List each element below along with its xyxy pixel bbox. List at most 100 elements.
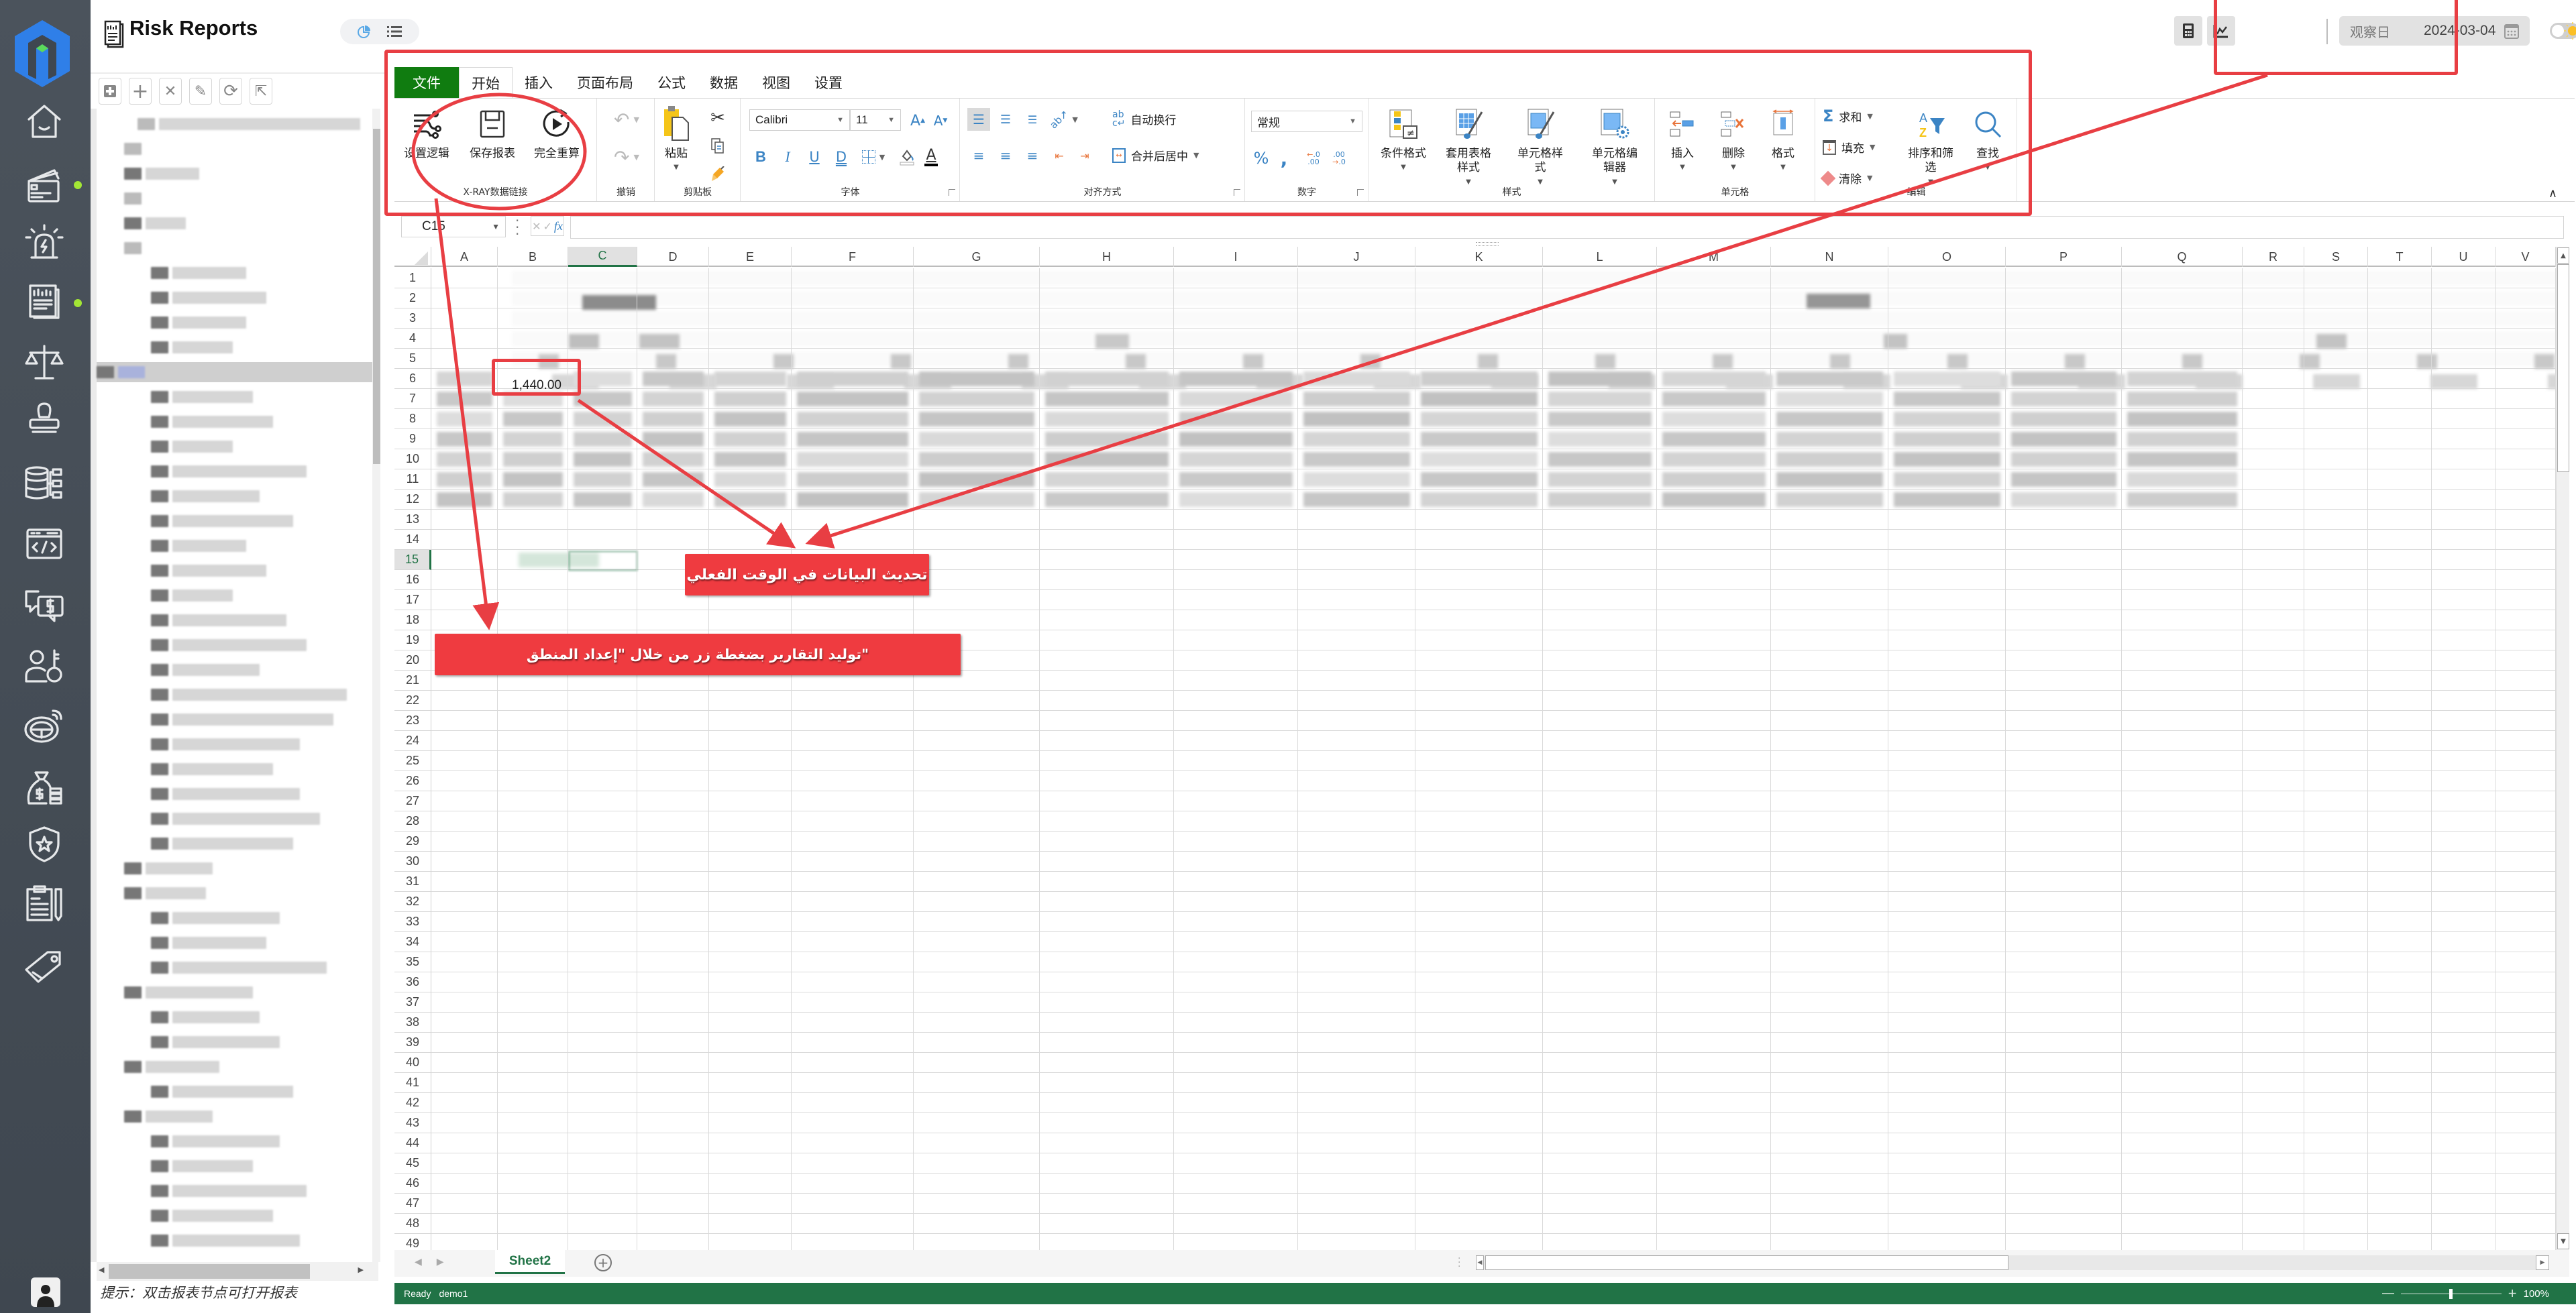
row-header-12[interactable]: 12 [394, 490, 431, 510]
scroll-thumb[interactable] [373, 129, 380, 464]
column-header-m[interactable]: M [1657, 247, 1771, 267]
row-header-41[interactable]: 41 [394, 1073, 431, 1093]
tree-node[interactable] [151, 958, 327, 978]
tree-node[interactable] [151, 908, 280, 928]
column-header-q[interactable]: Q [2122, 247, 2243, 267]
tree-node[interactable] [151, 412, 273, 432]
row-header-38[interactable]: 38 [394, 1013, 431, 1033]
row-header-25[interactable]: 25 [394, 751, 431, 771]
row-header-13[interactable]: 13 [394, 510, 431, 530]
scroll-right-arrow[interactable]: ▶ [358, 1265, 364, 1274]
credit-card-icon[interactable] [21, 165, 67, 207]
tree-node[interactable] [151, 660, 260, 680]
row-header-32[interactable]: 32 [394, 892, 431, 912]
row-header-4[interactable]: 4 [394, 329, 431, 349]
row-header-18[interactable]: 18 [394, 610, 431, 630]
report-tree[interactable] [91, 109, 380, 1262]
column-header-e[interactable]: E [709, 247, 792, 267]
alarm-siren-icon[interactable] [21, 221, 67, 263]
stamp-icon[interactable] [21, 398, 67, 440]
column-header-k[interactable]: K [1415, 247, 1543, 267]
row-header-27[interactable]: 27 [394, 791, 431, 811]
tree-node[interactable] [151, 1181, 307, 1201]
pie-chart-icon[interactable] [358, 24, 371, 39]
column-header-n[interactable]: N [1771, 247, 1888, 267]
tree-node[interactable] [151, 1007, 260, 1027]
row-header-47[interactable]: 47 [394, 1194, 431, 1214]
row-header-11[interactable]: 11 [394, 469, 431, 490]
tree-node[interactable] [124, 883, 206, 903]
scroll-left-arrow[interactable]: ◀ [1476, 1255, 1484, 1270]
column-header-i[interactable]: I [1174, 247, 1298, 267]
tree-node[interactable] [97, 362, 373, 382]
tree-vertical-scrollbar[interactable] [372, 109, 380, 1262]
tree-node[interactable] [124, 139, 142, 159]
tree-node[interactable] [124, 982, 253, 1003]
tree-node[interactable] [151, 536, 246, 556]
row-header-48[interactable]: 48 [394, 1214, 431, 1234]
column-header-o[interactable]: O [1888, 247, 2006, 267]
column-header-c[interactable]: C [568, 247, 637, 267]
user-key-icon[interactable] [21, 645, 67, 687]
tree-node[interactable] [151, 685, 347, 705]
row-header-1[interactable]: 1 [394, 268, 431, 288]
row-header-46[interactable]: 46 [394, 1174, 431, 1194]
tree-node[interactable] [151, 486, 260, 506]
add-node-button[interactable]: + [129, 78, 152, 105]
refresh-button[interactable]: ⟳ [219, 78, 242, 105]
name-box[interactable]: C15 ▼ [401, 216, 506, 237]
edit-node-button[interactable]: ✎ [189, 78, 212, 105]
confirm-formula-icon[interactable]: ✓ [543, 220, 552, 233]
tree-node[interactable] [151, 784, 300, 804]
row-header-21[interactable]: 21 [394, 671, 431, 691]
row-header-20[interactable]: 20 [394, 650, 431, 671]
column-header-a[interactable]: A [431, 247, 498, 267]
app-logo[interactable] [13, 19, 71, 89]
column-header-b[interactable]: B [498, 247, 568, 267]
row-header-7[interactable]: 7 [394, 389, 431, 409]
grid-vertical-scrollbar[interactable]: ▲ ▼ [2556, 247, 2569, 1250]
row-header-10[interactable]: 10 [394, 449, 431, 469]
tree-node[interactable] [151, 1082, 293, 1102]
tree-node[interactable] [151, 1231, 300, 1251]
scroll-thumb[interactable] [2557, 264, 2569, 472]
tree-node[interactable] [151, 734, 300, 754]
tag-icon[interactable] [21, 944, 67, 986]
tree-node[interactable] [151, 337, 233, 357]
scroll-right-arrow[interactable]: ▶ [2536, 1255, 2549, 1270]
prev-sheet-arrow[interactable]: ◀ [415, 1257, 422, 1267]
row-header-43[interactable]: 43 [394, 1113, 431, 1133]
column-header-u[interactable]: U [2432, 247, 2496, 267]
row-header-42[interactable]: 42 [394, 1093, 431, 1113]
scroll-left-arrow[interactable]: ◀ [99, 1265, 104, 1274]
tree-node[interactable] [151, 461, 307, 481]
formula-input[interactable] [570, 216, 2564, 239]
row-header-15[interactable]: 15 [394, 550, 431, 570]
tree-node[interactable] [124, 238, 142, 258]
row-header-3[interactable]: 3 [394, 308, 431, 329]
add-folder-button[interactable] [99, 78, 121, 105]
list-icon[interactable] [387, 25, 402, 38]
column-header-g[interactable]: G [914, 247, 1040, 267]
user-avatar-button[interactable] [31, 1277, 60, 1307]
tree-node[interactable] [151, 1156, 253, 1176]
cancel-formula-icon[interactable]: ✕ [532, 220, 541, 233]
column-header-r[interactable]: R [2243, 247, 2304, 267]
row-header-37[interactable]: 37 [394, 992, 431, 1013]
row-header-24[interactable]: 24 [394, 731, 431, 751]
tree-node[interactable] [151, 288, 266, 308]
tree-node[interactable] [151, 312, 246, 333]
grid-horizontal-scrollbar[interactable]: ◀ ▶ [1476, 1255, 2549, 1270]
spreadsheet-grid[interactable]: ABCDEFGHIJKLMNOPQRSTUV 1 2 3 4 5 6 7 8 9 10 11 12 13… [394, 247, 2569, 1250]
next-sheet-arrow[interactable]: ▶ [437, 1257, 444, 1267]
insert-function-icon[interactable]: fx [554, 219, 563, 233]
clipboard-pen-icon[interactable] [21, 882, 67, 924]
cell-area[interactable]: 1,440.00 [431, 268, 2569, 1250]
row-header-17[interactable]: 17 [394, 590, 431, 610]
balance-scale-icon[interactable] [21, 342, 67, 384]
horizontal-splitter[interactable]: · · · [1458, 1254, 1460, 1271]
tree-node[interactable] [151, 933, 266, 953]
formula-bar-grip[interactable]: · · · [515, 214, 519, 241]
row-header-30[interactable]: 30 [394, 852, 431, 872]
money-bag-icon[interactable] [21, 767, 67, 809]
